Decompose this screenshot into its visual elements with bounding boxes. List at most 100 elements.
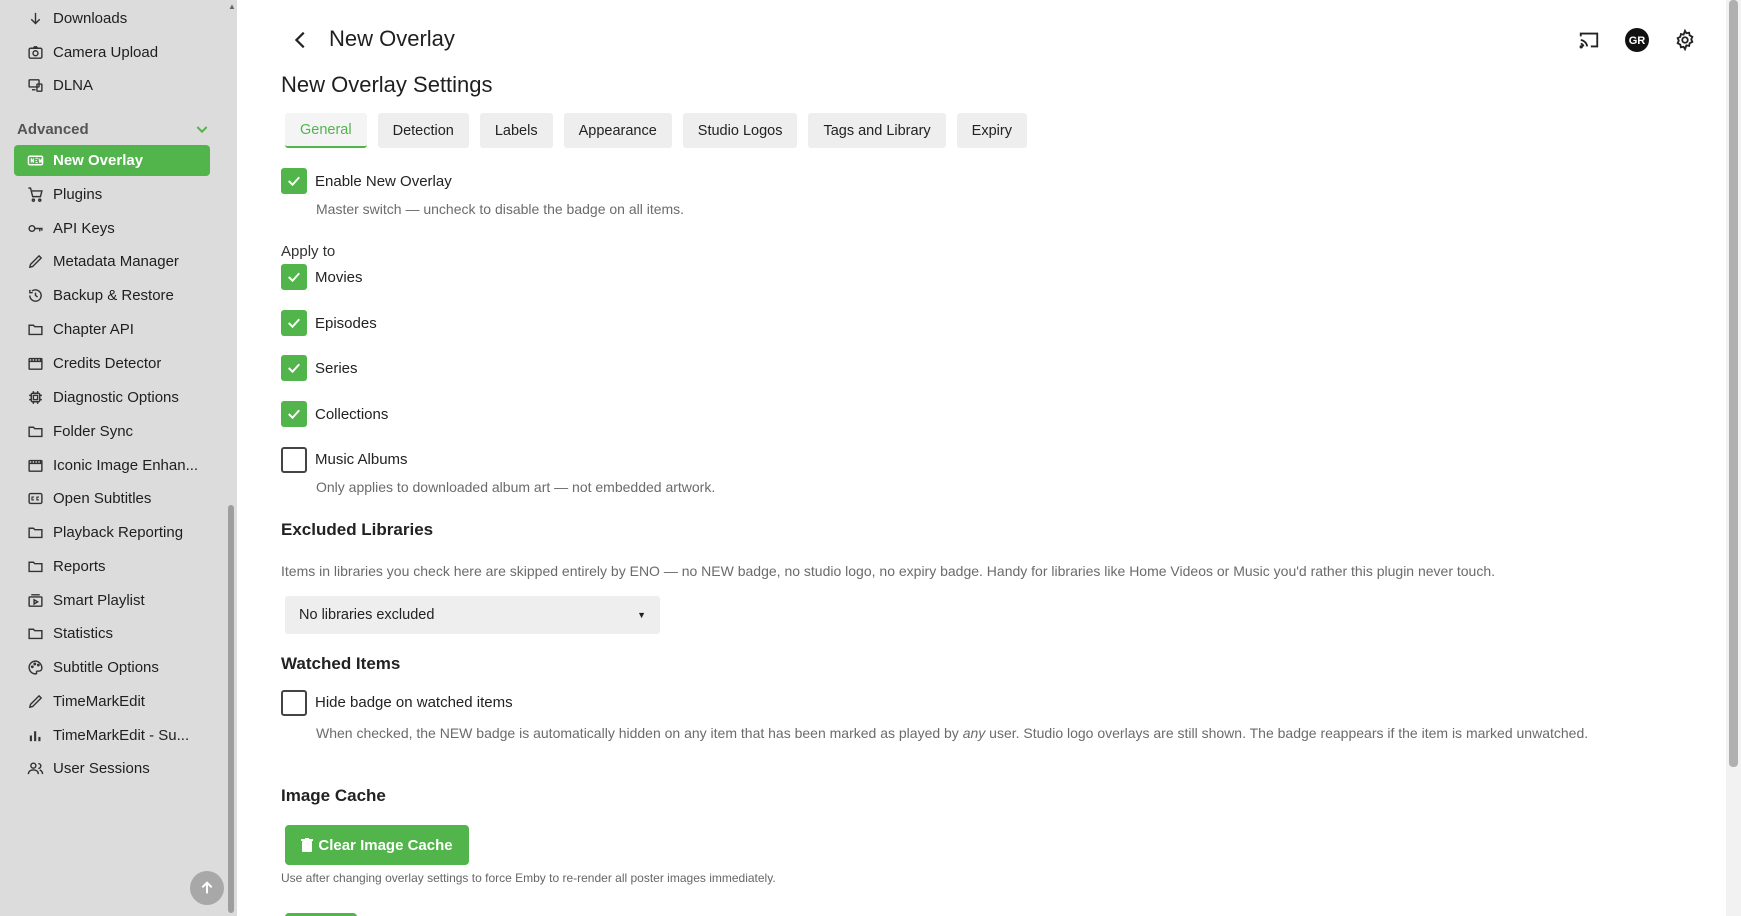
trash-icon [301, 838, 314, 852]
cast-button[interactable] [1577, 28, 1601, 52]
checkmark-icon [288, 272, 300, 283]
sidebar-item-iconic-image[interactable]: Iconic Image Enhan... [14, 450, 210, 481]
hide-watched-label: Hide badge on watched items [315, 694, 513, 711]
apply-to-label: Apply to [281, 243, 336, 260]
svg-text:GR: GR [1629, 35, 1646, 47]
tab-studio-logos[interactable]: Studio Logos [682, 113, 798, 148]
sidebar-item-smart-playlist[interactable]: Smart Playlist [14, 585, 210, 616]
scroll-up-arrow-icon[interactable]: ▲ [228, 2, 236, 11]
tab-appearance[interactable]: Appearance [563, 113, 672, 148]
sidebar-item-backup-restore[interactable]: Backup & Restore [14, 280, 210, 311]
camera-icon [26, 44, 44, 62]
excluded-libraries-heading: Excluded Libraries [281, 520, 434, 539]
excluded-libraries-value: No libraries excluded [299, 607, 435, 623]
folder-icon [26, 423, 44, 441]
sidebar-item-user-sessions[interactable]: User Sessions [14, 753, 210, 784]
episodes-checkbox[interactable] [281, 310, 307, 336]
watched-items-heading: Watched Items [281, 654, 401, 673]
sidebar-item-credits-detector[interactable]: Credits Detector [14, 348, 210, 379]
tab-bar: General Detection Labels Appearance Stud… [285, 113, 1027, 148]
collections-label: Collections [315, 406, 389, 423]
chip-icon [26, 389, 44, 407]
folder-icon [26, 321, 44, 339]
cast-icon [1579, 32, 1599, 49]
sidebar-scrollbar[interactable]: ▲ [227, 0, 237, 916]
avatar-icon: GR [1625, 28, 1649, 52]
music-albums-checkbox[interactable] [281, 447, 307, 473]
sidebar-item-new-overlay[interactable]: New Overlay [14, 145, 210, 176]
pencil-icon [26, 693, 44, 711]
dropdown-caret-icon: ▼ [637, 610, 646, 620]
pencil-icon [26, 253, 44, 271]
main-scrollbar-thumb[interactable] [1729, 0, 1738, 767]
sidebar-item-camera-upload[interactable]: Camera Upload [14, 37, 210, 68]
film-icon [26, 457, 44, 475]
enable-overlay-checkbox[interactable] [281, 168, 307, 194]
sidebar-item-dlna[interactable]: DLNA [14, 70, 210, 101]
restore-icon [26, 287, 44, 305]
arrow-up-icon [201, 881, 213, 894]
tab-labels[interactable]: Labels [479, 113, 553, 148]
palette-icon [26, 659, 44, 677]
page-title: New Overlay [329, 26, 455, 51]
tab-detection[interactable]: Detection [377, 113, 469, 148]
movies-checkbox[interactable] [281, 264, 307, 290]
music-albums-label: Music Albums [315, 451, 408, 468]
collections-checkbox[interactable] [281, 401, 307, 427]
chevron-down-icon [196, 126, 208, 134]
excluded-libraries-desc: Items in libraries you check here are sk… [281, 563, 1496, 579]
header-actions: GR [1577, 28, 1697, 52]
settings-button[interactable] [1673, 28, 1697, 52]
sidebar-item-chapter-api[interactable]: Chapter API [14, 314, 210, 345]
scroll-to-top-button[interactable] [190, 871, 224, 905]
movies-label: Movies [315, 269, 363, 286]
series-checkbox[interactable] [281, 355, 307, 381]
sidebar-item-metadata-manager[interactable]: Metadata Manager [14, 246, 210, 277]
key-icon [26, 220, 44, 238]
folder-icon [26, 558, 44, 576]
cart-icon [26, 186, 44, 204]
sidebar-item-timemarkedit-su[interactable]: TimeMarkEdit - Su... [14, 720, 210, 751]
sidebar-item-reports[interactable]: Reports [14, 551, 210, 582]
checkmark-icon [288, 409, 300, 420]
sidebar-item-api-keys[interactable]: API Keys [14, 213, 210, 244]
sidebar-item-timemarkedit[interactable]: TimeMarkEdit [14, 686, 210, 717]
tab-expiry[interactable]: Expiry [956, 113, 1027, 148]
sidebar-item-downloads[interactable]: Downloads [14, 3, 210, 34]
sidebar-scrollbar-thumb[interactable] [228, 505, 234, 913]
dlna-icon [26, 77, 44, 95]
arrow-back-icon [294, 31, 305, 49]
user-avatar[interactable]: GR [1625, 28, 1649, 52]
sidebar-item-subtitle-options[interactable]: Subtitle Options [14, 652, 210, 683]
image-cache-help: Use after changing overlay settings to f… [281, 871, 776, 885]
sidebar-item-folder-sync[interactable]: Folder Sync [14, 416, 210, 447]
gear-icon [1676, 29, 1694, 51]
hide-watched-help: When checked, the NEW badge is automatic… [316, 725, 1589, 741]
folder-icon [26, 524, 44, 542]
episodes-label: Episodes [315, 315, 377, 332]
sidebar-item-diagnostic-options[interactable]: Diagnostic Options [14, 382, 210, 413]
hide-watched-checkbox[interactable] [281, 690, 307, 716]
download-icon [26, 10, 44, 28]
clear-image-cache-button[interactable]: Clear Image Cache [285, 825, 469, 865]
users-icon [26, 760, 44, 778]
sidebar-item-statistics[interactable]: Statistics [14, 618, 210, 649]
excluded-libraries-select[interactable]: No libraries excluded ▼ [285, 596, 660, 634]
sidebar-item-plugins[interactable]: Plugins [14, 179, 210, 210]
music-albums-help: Only applies to downloaded album art — n… [316, 479, 716, 495]
sidebar-item-open-subtitles[interactable]: Open Subtitles [14, 483, 210, 514]
image-cache-heading: Image Cache [281, 786, 386, 805]
folder-icon [26, 625, 44, 643]
tab-general[interactable]: General [285, 113, 367, 148]
sidebar-item-playback-reporting[interactable]: Playback Reporting [14, 517, 210, 548]
main-scrollbar[interactable] [1726, 0, 1741, 916]
sidebar-section-advanced[interactable]: Advanced [17, 118, 210, 140]
sidebar: Downloads Camera Upload DLNA Advanced Ne… [0, 0, 237, 916]
enable-overlay-label: Enable New Overlay [315, 173, 452, 190]
tab-tags-and-library[interactable]: Tags and Library [808, 113, 946, 148]
checkmark-icon [288, 318, 300, 329]
playlist-icon [26, 592, 44, 610]
back-button[interactable] [290, 29, 312, 51]
bar-chart-icon [26, 727, 44, 745]
checkmark-icon [288, 363, 300, 374]
